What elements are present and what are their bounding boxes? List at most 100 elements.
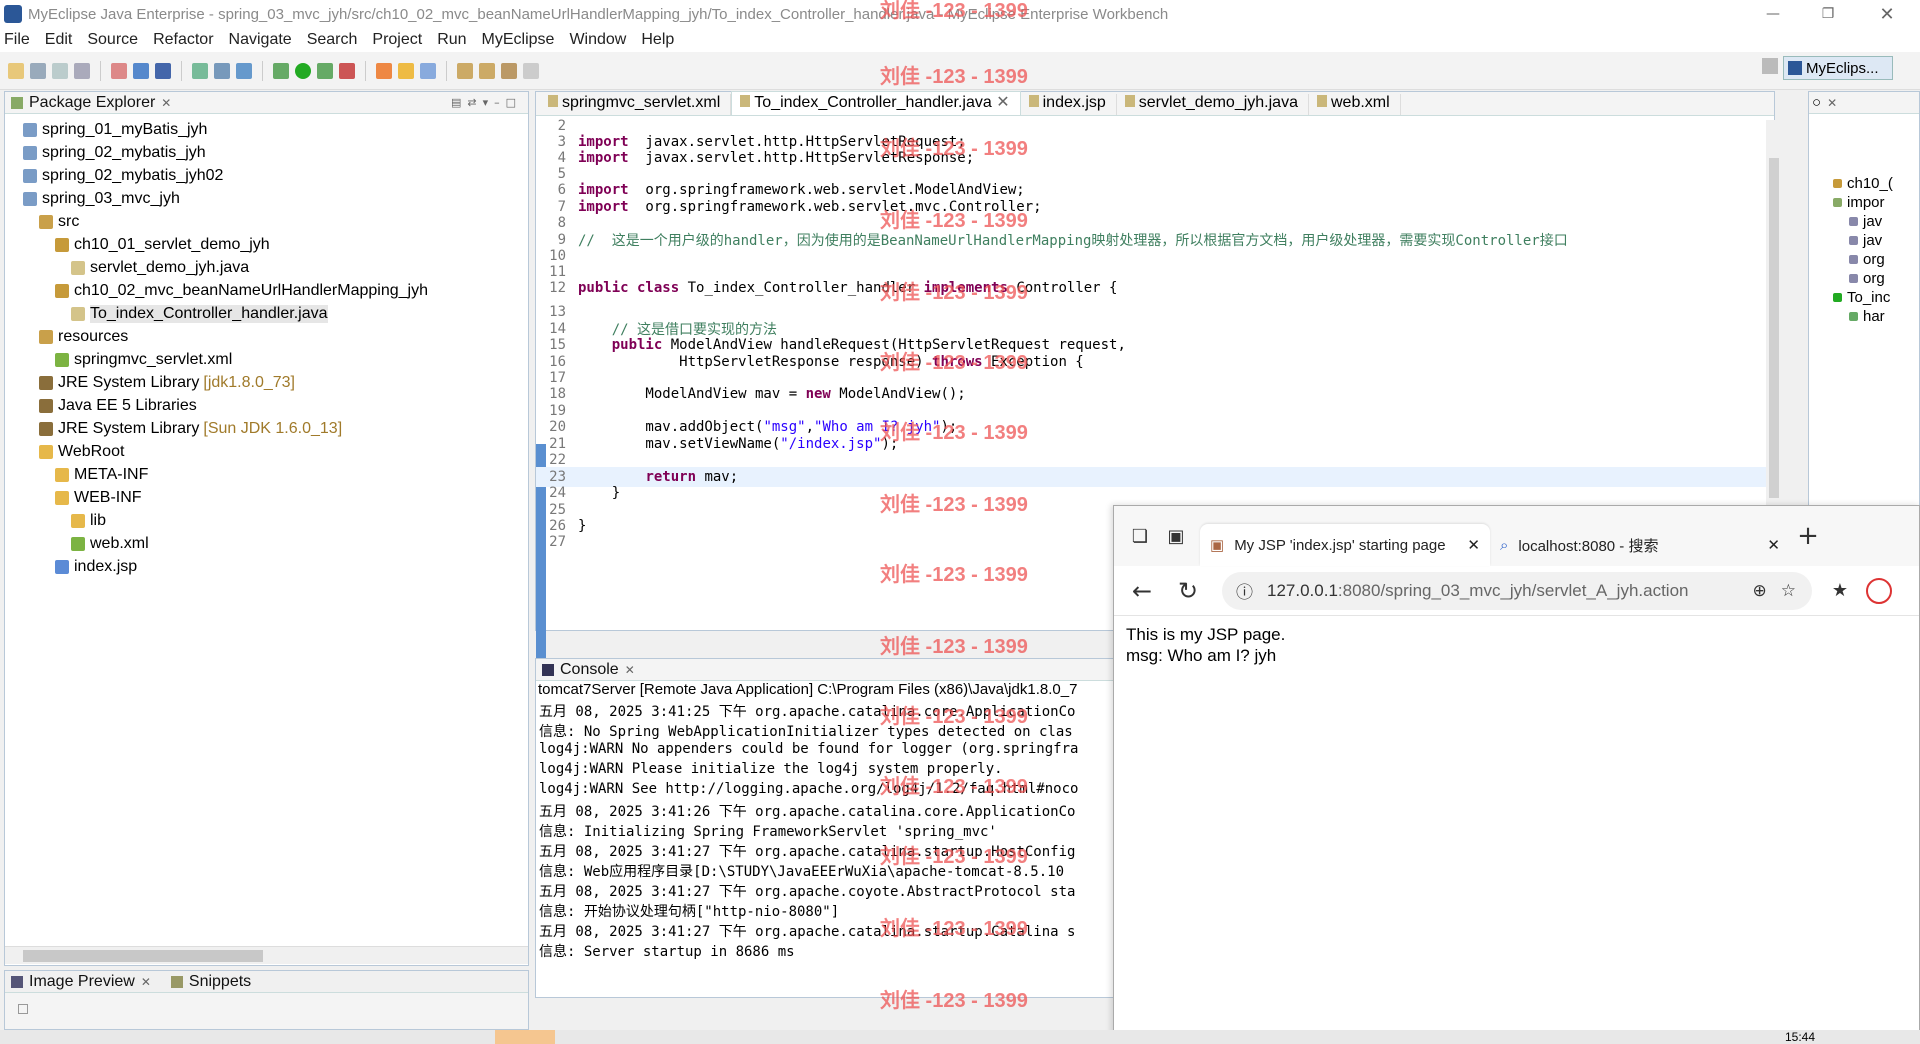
perspective-button[interactable]: MyEclips...: [1783, 56, 1893, 80]
package-explorer-title[interactable]: Package Explorer: [29, 94, 155, 112]
back-icon[interactable]: [501, 62, 517, 79]
refresh-icon[interactable]: ↻: [1170, 573, 1206, 609]
deploy-icon[interactable]: [192, 62, 208, 79]
back-icon[interactable]: ←: [1124, 573, 1160, 609]
tree-item[interactable]: src: [5, 210, 528, 233]
site-info-icon[interactable]: ⓘ: [1236, 578, 1253, 603]
toggle-mark-icon[interactable]: [420, 62, 436, 79]
workspaces-icon[interactable]: ❏: [1122, 518, 1158, 554]
close-icon[interactable]: ✕: [1864, 0, 1910, 28]
scroll-thumb[interactable]: [23, 950, 263, 962]
tree-item[interactable]: spring_02_mybatis_jyh02: [5, 164, 528, 187]
open-perspective-icon[interactable]: [1762, 58, 1778, 74]
run-config-icon[interactable]: [317, 62, 333, 79]
tree-item[interactable]: WEB-INF: [5, 486, 528, 509]
editor-tab[interactable]: web.xml: [1309, 94, 1401, 115]
browser-icon[interactable]: [236, 62, 252, 79]
open-resource-icon[interactable]: [155, 62, 171, 79]
editor-scrollbar[interactable]: [1766, 120, 1782, 505]
menu-navigate[interactable]: Navigate: [229, 31, 292, 49]
print-icon[interactable]: [74, 62, 90, 79]
editor-tab[interactable]: To_index_Controller_handler.java ✕: [731, 91, 1021, 115]
favorite-star-icon[interactable]: ☆: [1781, 581, 1796, 601]
tab-snippets[interactable]: Snippets: [189, 973, 251, 991]
outline-icon[interactable]: ○: [1812, 94, 1821, 111]
tree-item[interactable]: META-INF: [5, 463, 528, 486]
close-view-icon[interactable]: ✕: [161, 96, 171, 110]
debug-icon[interactable]: [273, 62, 289, 79]
editor-tab[interactable]: springmvc_servlet.xml: [540, 94, 732, 115]
menu-myeclipse[interactable]: MyEclipse: [482, 31, 555, 49]
close-tab-icon[interactable]: ✕: [1467, 536, 1480, 554]
menu-search[interactable]: Search: [307, 31, 358, 49]
next-annotation-icon[interactable]: [457, 62, 473, 79]
menu-edit[interactable]: Edit: [45, 31, 73, 49]
zoom-icon[interactable]: ⊕: [1753, 581, 1767, 601]
tree-item[interactable]: index.jsp: [5, 555, 528, 578]
outline-item[interactable]: jav: [1809, 231, 1919, 250]
minimize-icon[interactable]: —: [1750, 0, 1796, 28]
forward-icon[interactable]: [523, 62, 539, 79]
tree-item[interactable]: springmvc_servlet.xml: [5, 348, 528, 371]
server-icon[interactable]: [214, 62, 230, 79]
view-menu-icon[interactable]: ▤⇄▾–□: [451, 96, 528, 109]
prev-annotation-icon[interactable]: [479, 62, 495, 79]
menu-run[interactable]: Run: [437, 31, 466, 49]
menu-file[interactable]: File: [4, 31, 30, 49]
status-icon[interactable]: [18, 1004, 28, 1014]
tree-item[interactable]: ch10_02_mvc_beanNameUrlHandlerMapping_jy…: [5, 279, 528, 302]
tree-item[interactable]: spring_01_myBatis_jyh: [5, 118, 528, 141]
editor-scroll-thumb[interactable]: [1769, 158, 1779, 498]
close-view-icon[interactable]: ✕: [1827, 96, 1837, 110]
tree-item[interactable]: servlet_demo_jyh.java: [5, 256, 528, 279]
close-view-icon[interactable]: ✕: [625, 663, 635, 677]
tree-item[interactable]: To_index_Controller_handler.java: [5, 302, 528, 325]
menu-help[interactable]: Help: [641, 31, 674, 49]
tree-item[interactable]: resources: [5, 325, 528, 348]
close-view-icon[interactable]: ✕: [141, 975, 151, 989]
new-tab-icon[interactable]: +: [1790, 518, 1826, 554]
tree-item[interactable]: web.xml: [5, 532, 528, 555]
annotation-icon[interactable]: [398, 62, 414, 79]
outline-item[interactable]: org: [1809, 269, 1919, 288]
outline-item[interactable]: org: [1809, 250, 1919, 269]
menu-window[interactable]: Window: [569, 31, 626, 49]
outline-item[interactable]: jav: [1809, 212, 1919, 231]
tab-image-preview[interactable]: Image Preview: [29, 973, 135, 991]
outline-item[interactable]: ch10_(: [1809, 174, 1919, 193]
restore-icon[interactable]: ❐: [1805, 0, 1851, 28]
tree-item[interactable]: ch10_01_servlet_demo_jyh: [5, 233, 528, 256]
console-title[interactable]: Console: [560, 661, 619, 679]
open-type-icon[interactable]: [133, 62, 149, 79]
tree-item[interactable]: JRE System Library [Sun JDK 1.6.0_13]: [5, 417, 528, 440]
horizontal-scrollbar[interactable]: [5, 946, 528, 964]
tree-item[interactable]: JRE System Library [jdk1.8.0_73]: [5, 371, 528, 394]
tree-item[interactable]: lib: [5, 509, 528, 532]
save-icon[interactable]: [30, 62, 46, 79]
tab-actions-icon[interactable]: ▣: [1158, 518, 1194, 554]
close-tab-icon[interactable]: ✕: [1767, 536, 1780, 554]
browser-tab[interactable]: ⌕ localhost:8080 - 搜索 ✕: [1490, 524, 1790, 566]
external-tools-icon[interactable]: [339, 62, 355, 79]
outline-item[interactable]: To_inc: [1809, 288, 1919, 307]
menu-source[interactable]: Source: [87, 31, 138, 49]
outline-item[interactable]: har: [1809, 307, 1919, 326]
menu-project[interactable]: Project: [372, 31, 422, 49]
favorites-icon[interactable]: ★: [1822, 573, 1858, 609]
tree-item[interactable]: Java EE 5 Libraries: [5, 394, 528, 417]
tree-item[interactable]: spring_03_mvc_jyh: [5, 187, 528, 210]
tree-item[interactable]: spring_02_mybatis_jyh: [5, 141, 528, 164]
profile-avatar[interactable]: [1866, 577, 1892, 604]
close-tab-icon[interactable]: ✕: [992, 94, 1009, 111]
browser-tab[interactable]: ▣ My JSP 'index.jsp' starting page ✕: [1200, 524, 1490, 566]
new-icon[interactable]: [8, 62, 24, 79]
editor-tab[interactable]: index.jsp: [1021, 94, 1117, 115]
run-icon[interactable]: [295, 62, 311, 79]
search-icon[interactable]: [376, 62, 392, 79]
url-field[interactable]: ⓘ 127.0.0.1 :8080/spring_03_mvc_jyh/serv…: [1222, 571, 1812, 610]
editor-tab[interactable]: servlet_demo_jyh.java: [1117, 94, 1309, 115]
taskbar-item-active[interactable]: [495, 1030, 555, 1044]
tree-item[interactable]: WebRoot: [5, 440, 528, 463]
save-all-icon[interactable]: [52, 62, 68, 79]
outline-item[interactable]: impor: [1809, 193, 1919, 212]
